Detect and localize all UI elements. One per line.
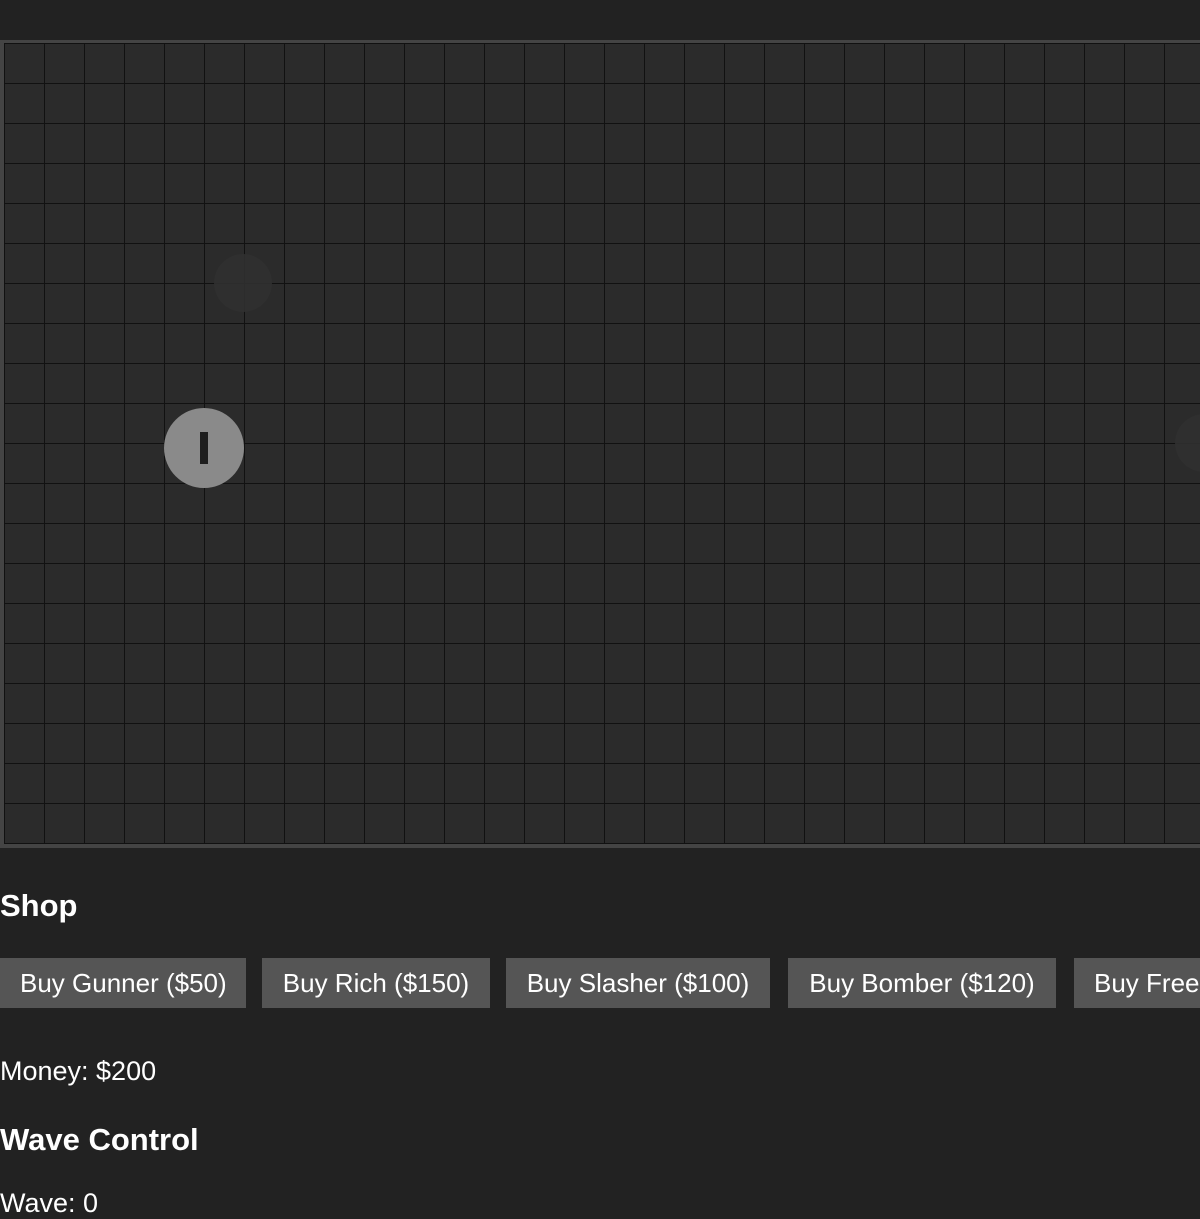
unit-marker-icon xyxy=(200,432,208,464)
ghost-placement-spot[interactable] xyxy=(214,254,272,312)
buy-slasher-button[interactable]: Buy Slasher ($100) xyxy=(506,958,770,1008)
wave-display: Wave: 0 xyxy=(0,1188,99,1218)
game-board[interactable] xyxy=(0,40,1200,848)
buy-freezer-button[interactable]: Buy Freez xyxy=(1074,958,1200,1008)
shop-heading: Shop xyxy=(0,888,78,923)
money-display: Money: $200 xyxy=(0,1056,157,1086)
buy-bomber-button[interactable]: Buy Bomber ($120) xyxy=(788,958,1056,1008)
buy-rich-button[interactable]: Buy Rich ($150) xyxy=(262,958,490,1008)
ghost-placement-spot[interactable] xyxy=(1175,414,1200,472)
player-unit[interactable] xyxy=(164,408,244,488)
wave-control-heading: Wave Control xyxy=(0,1122,199,1157)
buy-gunner-button[interactable]: Buy Gunner ($50) xyxy=(0,958,246,1008)
shop-button-row: Buy Gunner ($50) Buy Rich ($150) Buy Sla… xyxy=(0,958,1200,1008)
